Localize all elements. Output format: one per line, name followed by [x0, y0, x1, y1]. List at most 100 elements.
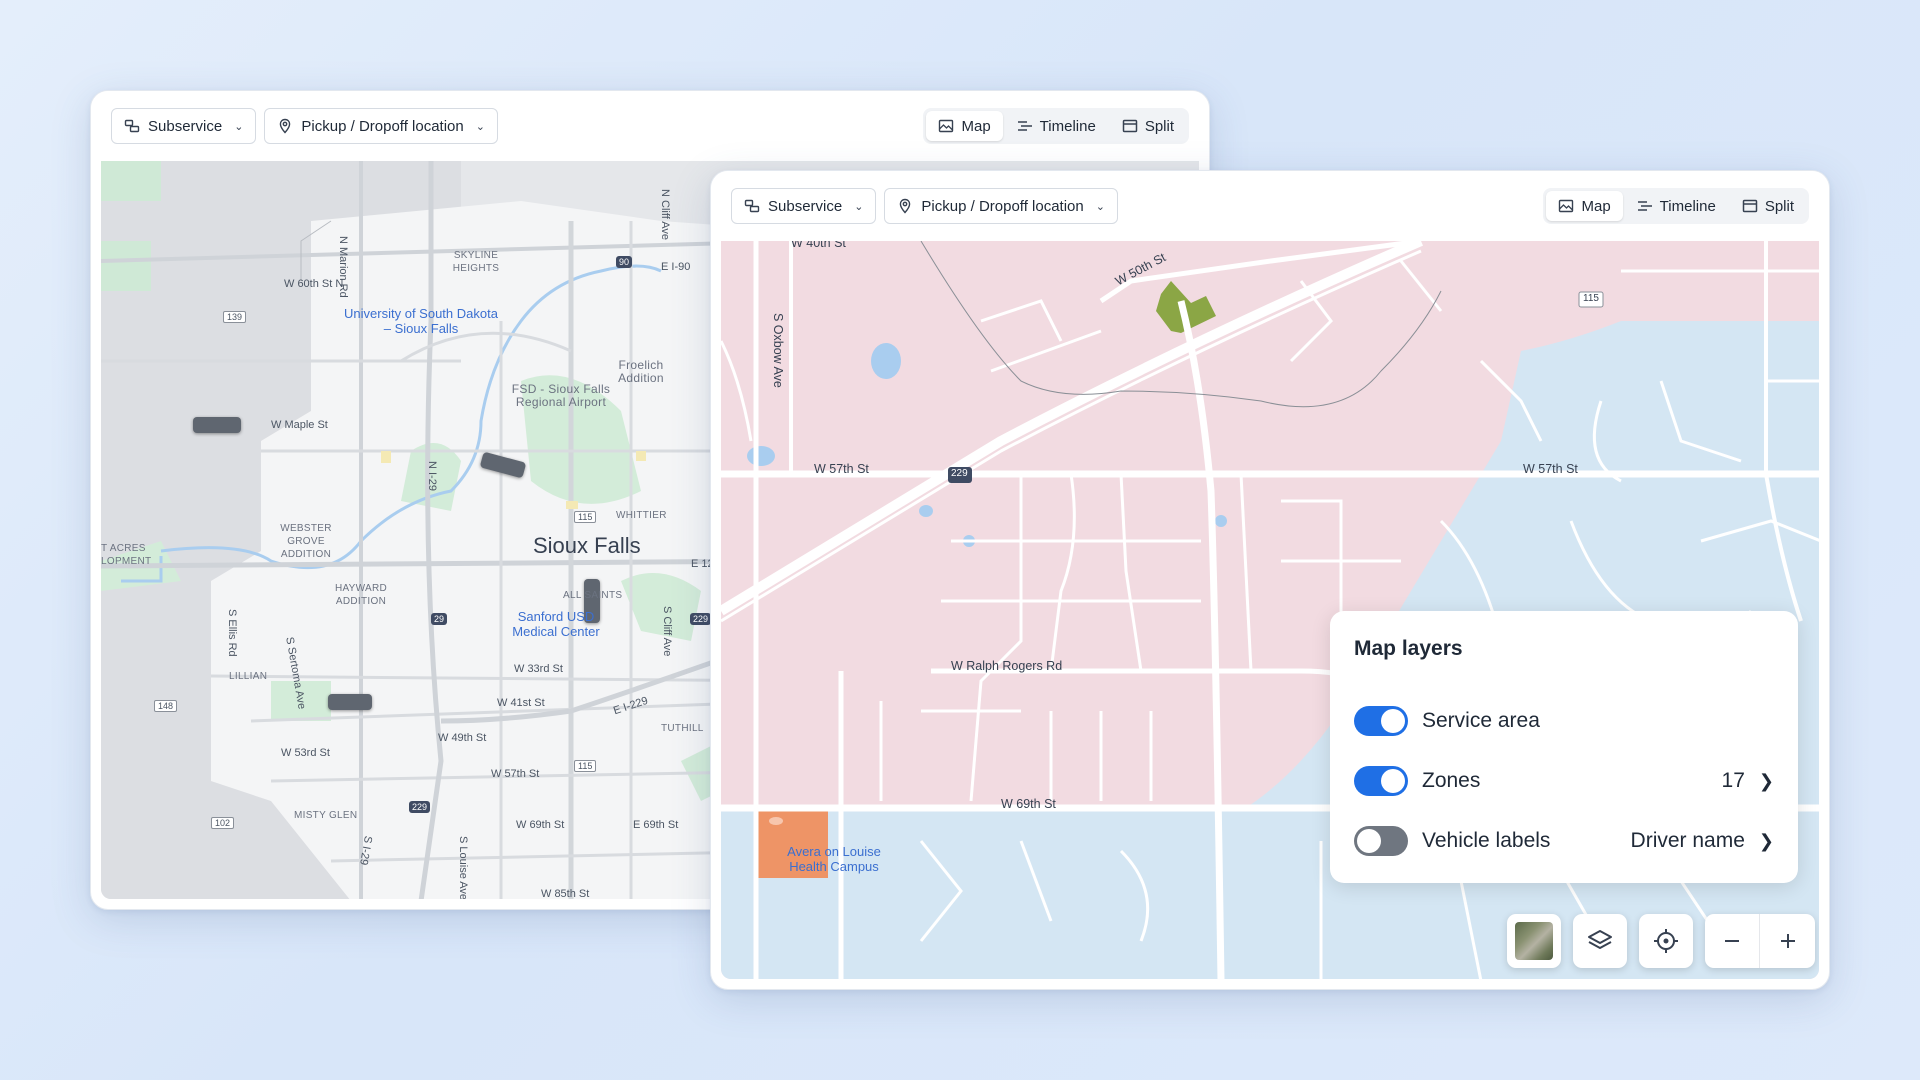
satellite-toggle-button[interactable]	[1507, 914, 1561, 968]
street-label: E 69th St	[633, 819, 679, 831]
crosshair-icon	[1654, 929, 1678, 953]
street-label: S Cliff Ave	[661, 606, 673, 657]
highway-shield: 115	[574, 760, 597, 772]
street-label: W 33rd St	[514, 663, 563, 675]
chevron-down-icon: ⌄	[1095, 200, 1105, 213]
layers-icon	[1588, 930, 1612, 949]
tab-label: Map	[1581, 197, 1611, 215]
layers-button[interactable]	[1573, 914, 1627, 968]
tab-split[interactable]: Split	[1730, 191, 1806, 221]
vehicle-labels-toggle[interactable]	[1354, 826, 1408, 856]
highway-shield: 148	[154, 700, 178, 712]
chevron-down-icon: ⌄	[854, 200, 864, 213]
area-tuthill: TUTHILL	[661, 723, 704, 734]
city-label: Sioux Falls	[533, 533, 641, 558]
area-whittier: WHITTIER	[616, 510, 667, 521]
chevron-right-icon[interactable]: ❯	[1759, 831, 1774, 852]
street-label: W 60th St N	[284, 278, 344, 290]
zoom-controls	[1705, 914, 1815, 968]
chevron-right-icon[interactable]: ❯	[1759, 771, 1774, 792]
service-area-toggle[interactable]	[1354, 706, 1408, 736]
street-label: N I-29	[426, 461, 438, 491]
subservice-icon	[744, 198, 760, 214]
tab-label: Split	[1764, 197, 1794, 215]
minus-icon	[1725, 940, 1739, 942]
street-label: W 69th St	[1001, 797, 1056, 811]
plus-icon	[1780, 934, 1795, 948]
street-label: S Louise Ave	[457, 836, 469, 899]
layer-row-service-area[interactable]: Service area	[1354, 691, 1774, 751]
front-map[interactable]: 229 115 W 40th St W 50th St S Oxbow Ave …	[721, 241, 1819, 979]
highway-shield: 102	[211, 817, 235, 829]
highway-shield: 115	[574, 511, 597, 523]
timeline-icon	[1637, 198, 1653, 214]
zoom-out-button[interactable]	[1705, 914, 1760, 968]
front-toolbar: Subservice ⌄ Pickup / Dropoff location ⌄…	[711, 171, 1829, 241]
street-label: S Oxbow Ave	[771, 313, 785, 388]
area-all-saints: ALL SAINTS	[563, 590, 623, 601]
subservice-dropdown[interactable]: Subservice ⌄	[731, 188, 877, 224]
front-window: Subservice ⌄ Pickup / Dropoff location ⌄…	[710, 170, 1830, 990]
tab-split[interactable]: Split	[1110, 111, 1186, 141]
street-label: W Maple St	[271, 419, 328, 431]
poi-airport: FSD - Sioux Falls Regional Airport	[511, 382, 611, 409]
tab-label: Timeline	[1659, 197, 1716, 215]
street-label: W 53rd St	[281, 747, 330, 759]
location-pin-icon	[277, 118, 293, 134]
highway-shield: 229	[951, 468, 968, 479]
vehicle-marker[interactable]	[328, 694, 372, 710]
street-label: W 57th St	[814, 462, 869, 476]
street-label: W 57th St	[1523, 462, 1578, 476]
back-toolbar: Subservice ⌄ Pickup / Dropoff location ⌄…	[91, 91, 1209, 161]
subservice-label: Subservice	[148, 117, 223, 135]
panel-title: Map layers	[1354, 637, 1463, 660]
street-label: N Marion Rd	[337, 236, 349, 298]
view-switcher: Map Timeline Split	[923, 108, 1189, 144]
street-label: W Ralph Rogers Rd	[951, 659, 1063, 673]
layer-row-zones[interactable]: Zones 17 ❯	[1354, 751, 1774, 811]
map-icon	[1558, 198, 1574, 214]
street-label: W 85th St	[541, 888, 590, 899]
highway-shield: 29	[431, 613, 448, 625]
poi-university: University of South Dakota – Sioux Falls	[344, 306, 498, 336]
poi-avera: Avera on Louise Health Campus	[787, 844, 881, 874]
area-skyline: SKYLINE HEIGHTS	[452, 250, 500, 274]
location-label: Pickup / Dropoff location	[921, 197, 1084, 215]
street-label: W 49th St	[438, 732, 487, 744]
vehicle-marker[interactable]	[193, 417, 241, 433]
zones-count: 17	[1721, 769, 1745, 792]
poi-sanford: Sanford USD Medical Center	[512, 609, 600, 639]
tab-timeline[interactable]: Timeline	[1625, 191, 1728, 221]
zoom-in-button[interactable]	[1760, 914, 1815, 968]
layer-row-vehicle-labels[interactable]: Vehicle labels Driver name ❯	[1354, 811, 1774, 871]
street-label: N Cliff Ave	[659, 189, 671, 240]
subservice-dropdown[interactable]: Subservice ⌄	[111, 108, 257, 144]
tab-label: Map	[961, 117, 991, 135]
area-misty-glen: MISTY GLEN	[294, 810, 358, 821]
location-dropdown[interactable]: Pickup / Dropoff location ⌄	[884, 188, 1118, 224]
chevron-down-icon: ⌄	[475, 120, 485, 133]
location-dropdown[interactable]: Pickup / Dropoff location ⌄	[264, 108, 498, 144]
zones-toggle[interactable]	[1354, 766, 1408, 796]
area-froelich: Froelich Addition	[618, 358, 664, 385]
tab-map[interactable]: Map	[926, 111, 1003, 141]
street-label: W 57th St	[491, 768, 540, 780]
chevron-down-icon: ⌄	[234, 120, 244, 133]
area-webster: WEBSTER GROVE ADDITION	[280, 523, 332, 560]
view-switcher: Map Timeline Split	[1543, 188, 1809, 224]
map-icon	[938, 118, 954, 134]
tab-timeline[interactable]: Timeline	[1005, 111, 1108, 141]
split-icon	[1122, 118, 1138, 134]
split-icon	[1742, 198, 1758, 214]
location-label: Pickup / Dropoff location	[301, 117, 464, 135]
tab-label: Split	[1144, 117, 1174, 135]
map-layers-panel: Map layers Service area Zones 17 ❯ Vehic…	[1330, 611, 1798, 883]
tab-map[interactable]: Map	[1546, 191, 1623, 221]
area-lillian: LILLIAN	[229, 671, 268, 682]
location-pin-icon	[897, 198, 913, 214]
highway-shield: 115	[1583, 293, 1599, 304]
street-label: W 40th St	[791, 241, 846, 250]
locate-button[interactable]	[1639, 914, 1693, 968]
street-label: S Ellis Rd	[226, 609, 238, 657]
layer-name: Vehicle labels	[1422, 829, 1551, 852]
